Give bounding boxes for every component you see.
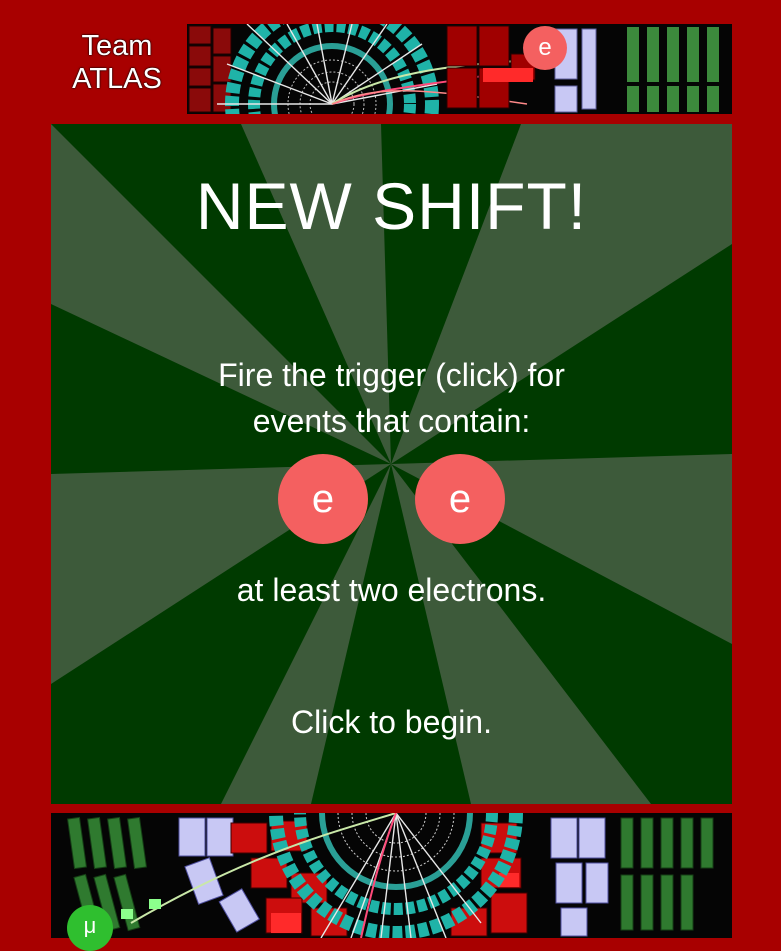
new-shift-panel[interactable]: NEW SHIFT! Fire the trigger (click) for …	[51, 124, 732, 804]
electron-icon: e	[415, 454, 505, 544]
electron-icon: e	[523, 26, 567, 70]
detector-event-display-top	[187, 24, 732, 114]
shift-title: NEW SHIFT!	[195, 169, 588, 243]
instruction-line-2: events that contain:	[252, 403, 531, 439]
team-label-line1: Team	[81, 30, 153, 62]
instruction-line-1: Fire the trigger (click) for	[218, 357, 565, 393]
muon-icon: μ	[67, 905, 113, 951]
detector-event-display-bottom	[51, 813, 732, 938]
click-to-begin[interactable]: Click to begin.	[51, 704, 732, 741]
requirement-text: at least two electrons.	[236, 572, 547, 608]
trigger-instructions: Fire the trigger (click) for events that…	[51, 352, 732, 444]
electron-icon: e	[278, 454, 368, 544]
team-label-line2: ATLAS	[72, 63, 162, 95]
team-label: Team ATLAS	[52, 30, 182, 96]
